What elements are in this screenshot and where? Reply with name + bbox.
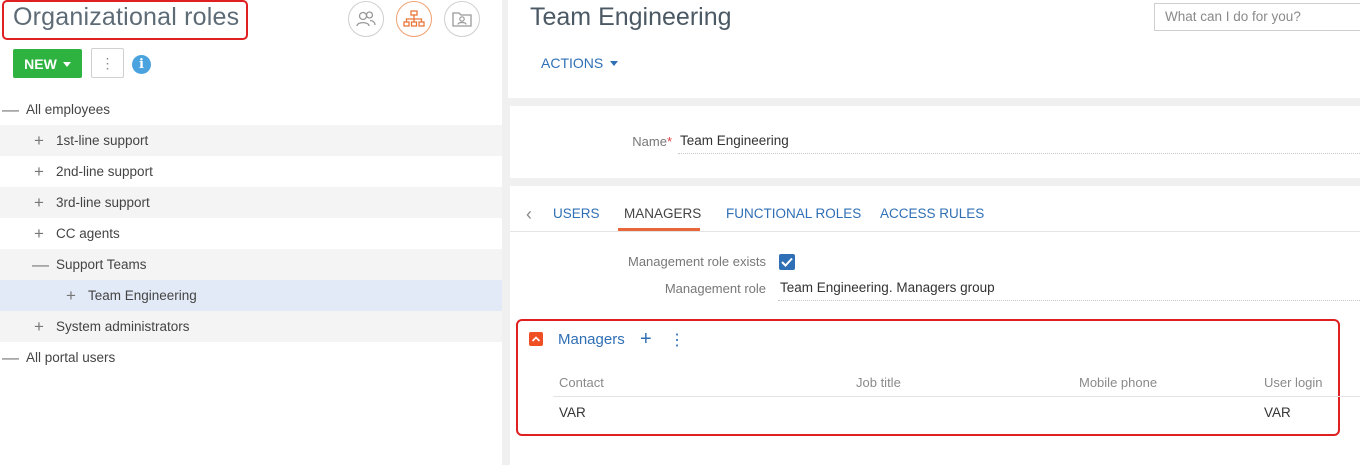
role-folder-button[interactable] (444, 1, 480, 37)
expand-icon[interactable]: + (64, 287, 78, 304)
collapse-detail-button[interactable] (529, 332, 543, 346)
collapse-icon[interactable]: — (2, 101, 19, 118)
tree-item-label: All employees (26, 102, 111, 117)
title-annotation-box (2, 0, 248, 40)
org-chart-button[interactable] (396, 1, 432, 37)
tab-managers[interactable]: MANAGERS (624, 206, 701, 221)
management-role-label: Management role (664, 281, 766, 296)
tree-item-label: System administrators (56, 319, 190, 334)
tree-item-1st-line-support[interactable]: + 1st-line support (0, 125, 502, 156)
tree-item-label: Support Teams (56, 257, 147, 272)
collapse-icon[interactable]: — (32, 256, 49, 273)
table-row[interactable] (553, 397, 1333, 427)
name-field-value[interactable]: Team Engineering (680, 133, 789, 148)
management-role-value[interactable]: Team Engineering. Managers group (780, 280, 995, 295)
column-header-user-login[interactable]: User login (1264, 375, 1323, 390)
tree-item-support-teams[interactable]: — Support Teams (0, 249, 502, 280)
chevron-down-icon (610, 60, 619, 66)
tree-item-cc-agents[interactable]: + CC agents (0, 218, 502, 249)
tree-item-label: All portal users (26, 350, 116, 365)
tree-item-3rd-line-support[interactable]: + 3rd-line support (0, 187, 502, 218)
name-field-underline (678, 153, 1360, 154)
name-field-label: Name* (560, 134, 672, 149)
name-label-text: Name (632, 134, 667, 149)
expand-icon[interactable]: + (32, 194, 46, 211)
add-manager-icon[interactable]: + (640, 329, 652, 349)
org-chart-icon (403, 10, 425, 27)
tab-access-rules[interactable]: ACCESS RULES (880, 206, 984, 221)
new-button[interactable]: NEW (13, 49, 82, 78)
tree-item-2nd-line-support[interactable]: + 2nd-line support (0, 156, 502, 187)
expand-icon[interactable]: + (32, 132, 46, 149)
expand-icon[interactable]: + (32, 225, 46, 242)
actions-button[interactable]: ACTIONS (541, 55, 619, 71)
info-icon[interactable]: i (132, 55, 151, 74)
tree-item-label: CC agents (56, 226, 120, 241)
tabs-divider (510, 231, 1360, 232)
expand-icon[interactable]: + (32, 318, 46, 335)
tabs-scroll-left-icon[interactable]: ‹ (526, 204, 532, 225)
users-view-button[interactable] (348, 1, 384, 37)
tab-functional-roles[interactable]: FUNCTIONAL ROLES (726, 206, 861, 221)
tree-item-all-portal-users[interactable]: — All portal users (0, 342, 502, 373)
column-header-contact[interactable]: Contact (559, 375, 604, 390)
tree-item-label: 2nd-line support (56, 164, 153, 179)
tree-item-label: Team Engineering (88, 288, 197, 303)
tab-users[interactable]: USERS (553, 206, 600, 221)
detail-menu-icon[interactable]: ⋮ (669, 330, 685, 350)
users-view-icon (356, 11, 376, 27)
cell-contact[interactable]: VAR (559, 405, 586, 420)
tree-item-label: 1st-line support (56, 133, 149, 148)
managers-detail-title[interactable]: Managers (558, 331, 625, 348)
more-actions-button[interactable]: ⋮ (91, 48, 124, 78)
tree-item-all-employees[interactable]: — All employees (0, 94, 504, 125)
actions-label: ACTIONS (541, 55, 604, 71)
expand-icon[interactable]: + (32, 163, 46, 180)
command-line-input[interactable]: What can I do for you? (1154, 3, 1360, 31)
collapse-icon[interactable]: — (2, 349, 19, 366)
tree-item-label: 3rd-line support (56, 195, 150, 210)
column-header-mobile-phone[interactable]: Mobile phone (1079, 375, 1157, 390)
required-marker: * (666, 134, 672, 149)
new-button-label: NEW (24, 55, 57, 72)
tree-item-team-engineering[interactable]: + Team Engineering (0, 280, 502, 311)
more-vertical-icon: ⋮ (100, 54, 115, 71)
checkmark-icon (781, 257, 793, 267)
record-title: Team Engineering (530, 3, 732, 31)
tree-item-system-administrators[interactable]: + System administrators (0, 311, 502, 342)
chevron-up-icon (531, 336, 541, 342)
info-icon-glyph: i (139, 57, 144, 72)
cell-user-login: VAR (1264, 405, 1291, 420)
role-folder-icon (452, 12, 472, 27)
chevron-down-icon (62, 61, 71, 67)
management-role-exists-checkbox[interactable] (779, 254, 795, 270)
management-role-exists-label: Management role exists (627, 254, 766, 269)
column-header-job-title[interactable]: Job title (856, 375, 901, 390)
management-role-underline (778, 300, 1360, 301)
